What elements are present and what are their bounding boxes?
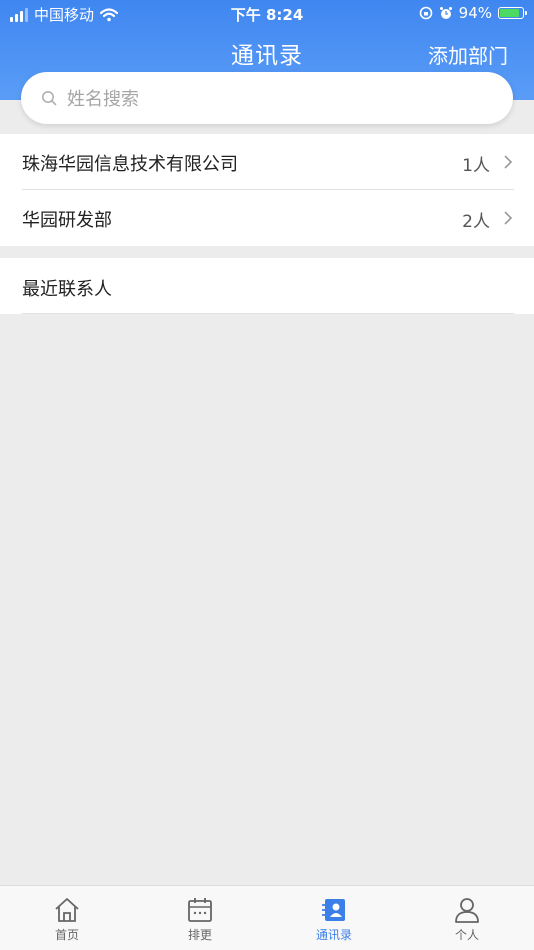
- search-placeholder: 姓名搜索: [67, 89, 139, 110]
- department-list: 珠海华园信息技术有限公司 1人 华园研发部 2人: [0, 134, 534, 246]
- department-name: 华园研发部: [22, 210, 112, 231]
- recent-contacts-section: 最近联系人: [0, 258, 534, 314]
- divider: [22, 313, 514, 314]
- battery-percent: 94%: [458, 4, 492, 22]
- lock-rotation-icon: [419, 6, 432, 20]
- tab-bar: 首页 排更 通讯录 个人: [0, 885, 534, 950]
- tab-label: 排更: [187, 928, 212, 942]
- department-row[interactable]: 珠海华园信息技术有限公司 1人: [0, 134, 534, 190]
- department-name: 珠海华园信息技术有限公司: [22, 154, 238, 175]
- tab-contacts[interactable]: 通讯录: [304, 896, 364, 943]
- calendar-icon: [188, 898, 212, 922]
- tab-schedule[interactable]: 排更: [170, 896, 230, 943]
- recent-contacts-header: 最近联系人: [0, 258, 534, 314]
- department-count: 2人: [462, 212, 490, 232]
- tab-home[interactable]: 首页: [37, 896, 97, 943]
- tab-profile[interactable]: 个人: [437, 896, 497, 943]
- battery-icon: [498, 7, 527, 19]
- tab-label: 首页: [54, 928, 79, 942]
- tab-label: 通讯录: [315, 928, 352, 942]
- department-row[interactable]: 华园研发部 2人: [0, 190, 534, 246]
- chevron-right-icon: [504, 155, 512, 169]
- add-department-button[interactable]: 添加部门: [428, 40, 508, 69]
- search-icon: [42, 91, 57, 106]
- alarm-icon: [439, 7, 452, 19]
- department-count: 1人: [462, 156, 490, 176]
- chevron-right-icon: [504, 211, 512, 225]
- tab-label: 个人: [454, 928, 479, 942]
- contacts-icon: [322, 899, 345, 921]
- person-icon: [455, 898, 479, 923]
- recent-contacts-label: 最近联系人: [22, 279, 112, 300]
- status-right: 94%: [419, 4, 527, 22]
- status-bar: 中国移动 下午 8:24 94%: [0, 0, 534, 28]
- search-input[interactable]: 姓名搜索: [21, 72, 513, 124]
- home-icon: [55, 898, 79, 922]
